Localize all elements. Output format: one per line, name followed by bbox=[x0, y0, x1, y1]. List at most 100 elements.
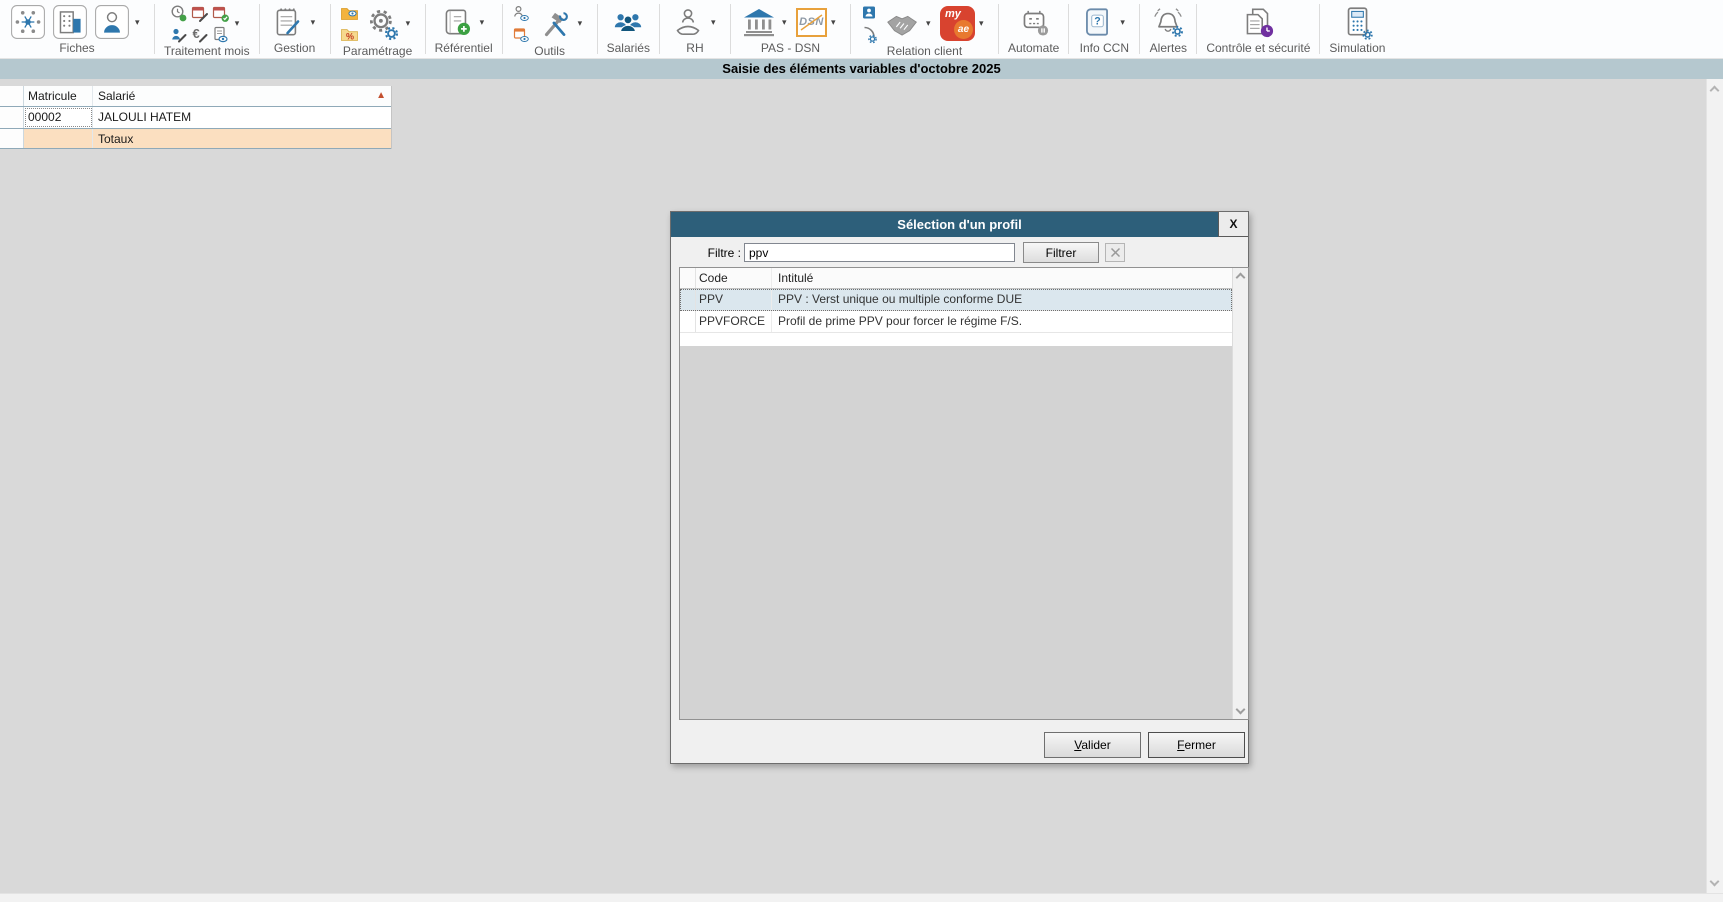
book-plus-icon[interactable] bbox=[438, 3, 476, 41]
close-button[interactable]: X bbox=[1218, 212, 1248, 237]
ribbon-group-gestion: Gestion bbox=[260, 0, 330, 58]
ribbon-group-fiches: Fiches bbox=[0, 0, 154, 58]
clear-filter-icon bbox=[1110, 247, 1120, 258]
people-icon[interactable] bbox=[609, 3, 647, 41]
person-edit-icon[interactable] bbox=[169, 24, 189, 44]
bank-icon[interactable] bbox=[740, 3, 778, 41]
hub-icon[interactable] bbox=[9, 3, 47, 41]
list-scrollbar[interactable] bbox=[1232, 268, 1248, 719]
ribbon-group-label[interactable]: Relation client bbox=[887, 44, 962, 60]
column-header-matricule[interactable]: Matricule bbox=[24, 86, 93, 106]
documents-clock-icon[interactable] bbox=[1239, 3, 1277, 41]
calendar-eye-icon[interactable] bbox=[512, 24, 532, 44]
row-selector-cell[interactable] bbox=[680, 311, 696, 332]
ribbon-group-label[interactable]: Simulation bbox=[1329, 41, 1385, 57]
sort-ascending-icon[interactable] bbox=[376, 90, 386, 101]
chevron-down-icon[interactable] bbox=[831, 17, 841, 28]
robot-icon[interactable] bbox=[1015, 3, 1053, 41]
validate-button[interactable]: Valider bbox=[1044, 732, 1141, 758]
row-selector-cell[interactable] bbox=[680, 289, 696, 310]
gears-icon[interactable] bbox=[364, 5, 402, 43]
clear-filter-button[interactable] bbox=[1105, 243, 1125, 262]
company-icon[interactable] bbox=[51, 3, 89, 41]
ribbon-group-relation-client: my ae Relation client bbox=[851, 0, 998, 58]
notepad-icon[interactable] bbox=[269, 3, 307, 41]
profile-code-cell[interactable]: PPV bbox=[696, 289, 772, 310]
ribbon-group-label[interactable]: Automate bbox=[1008, 41, 1059, 57]
document-eye-icon[interactable] bbox=[211, 24, 231, 44]
chevron-down-icon[interactable] bbox=[406, 18, 416, 29]
ribbon-group-label[interactable]: Info CCN bbox=[1080, 41, 1129, 57]
scroll-up-icon[interactable] bbox=[1709, 85, 1720, 96]
calendar-check-icon[interactable] bbox=[211, 3, 231, 23]
row-selector-cell[interactable] bbox=[0, 107, 24, 128]
vertical-scrollbar[interactable] bbox=[1706, 79, 1723, 893]
ribbon-group-label[interactable]: RH bbox=[686, 41, 703, 57]
horizontal-scrollbar[interactable] bbox=[0, 893, 1723, 902]
page-title: Saisie des éléments variables d'octobre … bbox=[0, 59, 1723, 79]
row-selector-cell[interactable] bbox=[0, 86, 24, 106]
chevron-down-icon[interactable] bbox=[480, 17, 490, 28]
ribbon-group-label[interactable]: PAS - DSN bbox=[761, 41, 820, 57]
close-dialog-button[interactable]: Fermer bbox=[1148, 732, 1245, 758]
ribbon-group-label[interactable]: Salariés bbox=[607, 41, 650, 57]
salarie-cell[interactable]: JALOULI HATEM bbox=[93, 107, 391, 128]
profile-intitule-cell[interactable]: PPV : Verst unique ou multiple conforme … bbox=[772, 289, 1232, 310]
profile-intitule-cell[interactable]: Profil de prime PPV pour forcer le régim… bbox=[772, 311, 1232, 332]
chevron-down-icon[interactable] bbox=[782, 17, 792, 28]
calendar-edit-icon[interactable] bbox=[190, 3, 210, 23]
ribbon-group-label[interactable]: Alertes bbox=[1150, 41, 1187, 57]
chevron-down-icon[interactable] bbox=[979, 18, 989, 29]
filter-button[interactable]: Filtrer bbox=[1023, 242, 1099, 263]
ribbon-group-label[interactable]: Contrôle et sécurité bbox=[1206, 41, 1310, 57]
profile-selection-dialog: Sélection d'un profil X Filtre : Filtrer… bbox=[670, 211, 1249, 764]
dsn-logo[interactable]: DSN bbox=[795, 7, 827, 37]
ribbon-group-automate: Automate bbox=[999, 0, 1068, 58]
filter-input[interactable] bbox=[744, 243, 1015, 262]
folder-eye-icon[interactable] bbox=[340, 3, 360, 23]
column-header-intitule[interactable]: Intitulé bbox=[772, 268, 1232, 288]
chevron-down-icon[interactable] bbox=[311, 17, 321, 28]
profile-list: Code Intitulé PPV PPV : Verst unique ou … bbox=[679, 267, 1249, 720]
hammer-wrench-icon[interactable] bbox=[536, 5, 574, 43]
euro-edit-icon[interactable]: € bbox=[190, 24, 210, 44]
handshake-icon[interactable] bbox=[884, 5, 922, 43]
ribbon-group-alertes: Alertes bbox=[1140, 0, 1196, 58]
folder-percent-icon[interactable]: % bbox=[340, 24, 360, 44]
chevron-down-icon[interactable] bbox=[711, 17, 721, 28]
clock-check-icon[interactable] bbox=[169, 3, 189, 23]
ribbon-group-label[interactable]: Outils bbox=[534, 44, 565, 60]
contact-card-icon[interactable] bbox=[860, 3, 880, 23]
ribbon-group-label[interactable]: Gestion bbox=[274, 41, 315, 57]
ribbon-group-label[interactable]: Traitement mois bbox=[164, 44, 250, 60]
profile-code-cell[interactable]: PPVFORCE bbox=[696, 311, 772, 332]
scroll-down-icon[interactable] bbox=[1709, 876, 1720, 887]
ribbon-group-controle-securite: Contrôle et sécurité bbox=[1197, 0, 1319, 58]
scroll-up-icon[interactable] bbox=[1235, 272, 1246, 283]
profile-row[interactable]: PPVFORCE Profil de prime PPV pour forcer… bbox=[680, 311, 1232, 333]
person-eye-icon[interactable] bbox=[512, 3, 532, 23]
column-header-salarie[interactable]: Salarié bbox=[93, 86, 391, 106]
chevron-down-icon[interactable] bbox=[135, 17, 145, 28]
chevron-down-icon[interactable] bbox=[578, 18, 588, 29]
chevron-down-icon[interactable] bbox=[235, 18, 245, 29]
ribbon-group-label[interactable]: Référentiel bbox=[435, 41, 493, 57]
ribbon-group-label[interactable]: Paramétrage bbox=[343, 44, 412, 60]
chevron-down-icon[interactable] bbox=[1120, 17, 1130, 28]
book-question-icon[interactable]: ? bbox=[1078, 3, 1116, 41]
column-header-code[interactable]: Code bbox=[696, 268, 772, 288]
totals-row: Totaux bbox=[0, 129, 391, 149]
totals-matricule-cell bbox=[24, 129, 93, 148]
employee-row[interactable]: 00002 JALOULI HATEM bbox=[0, 107, 391, 129]
person-hand-icon[interactable] bbox=[669, 3, 707, 41]
matricule-cell[interactable]: 00002 bbox=[24, 107, 93, 128]
ribbon-group-label[interactable]: Fiches bbox=[59, 41, 94, 57]
chevron-down-icon[interactable] bbox=[926, 18, 936, 29]
myae-logo[interactable]: my ae bbox=[939, 6, 975, 41]
scroll-down-icon[interactable] bbox=[1235, 704, 1246, 715]
person-icon[interactable] bbox=[93, 3, 131, 41]
phone-gear-icon[interactable] bbox=[860, 24, 880, 44]
profile-row[interactable]: PPV PPV : Verst unique ou multiple confo… bbox=[680, 289, 1232, 311]
calculator-gear-icon[interactable] bbox=[1338, 3, 1376, 41]
bell-gear-icon[interactable] bbox=[1149, 3, 1187, 41]
